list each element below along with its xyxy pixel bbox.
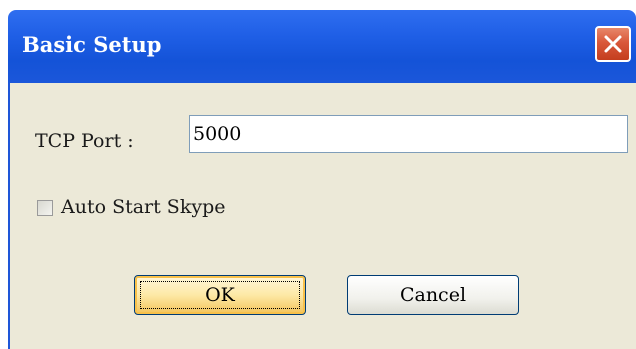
title-bar[interactable]: Basic Setup: [8, 10, 636, 83]
basic-setup-dialog: Basic Setup TCP Port : Auto Start Skype …: [8, 10, 636, 349]
close-icon: [604, 35, 622, 53]
tcp-port-input[interactable]: [189, 115, 628, 153]
cancel-button[interactable]: Cancel: [347, 275, 519, 315]
tcp-port-label: TCP Port :: [35, 130, 134, 152]
dialog-title: Basic Setup: [22, 32, 162, 57]
ok-button-label: OK: [205, 284, 235, 306]
cancel-button-label: Cancel: [399, 284, 467, 306]
auto-start-skype-label[interactable]: Auto Start Skype: [61, 196, 225, 218]
auto-start-skype-checkbox[interactable]: [37, 200, 53, 216]
ok-button[interactable]: OK: [134, 275, 306, 315]
close-button[interactable]: [595, 26, 631, 62]
dialog-body: TCP Port : Auto Start Skype OK Cancel: [8, 83, 636, 349]
